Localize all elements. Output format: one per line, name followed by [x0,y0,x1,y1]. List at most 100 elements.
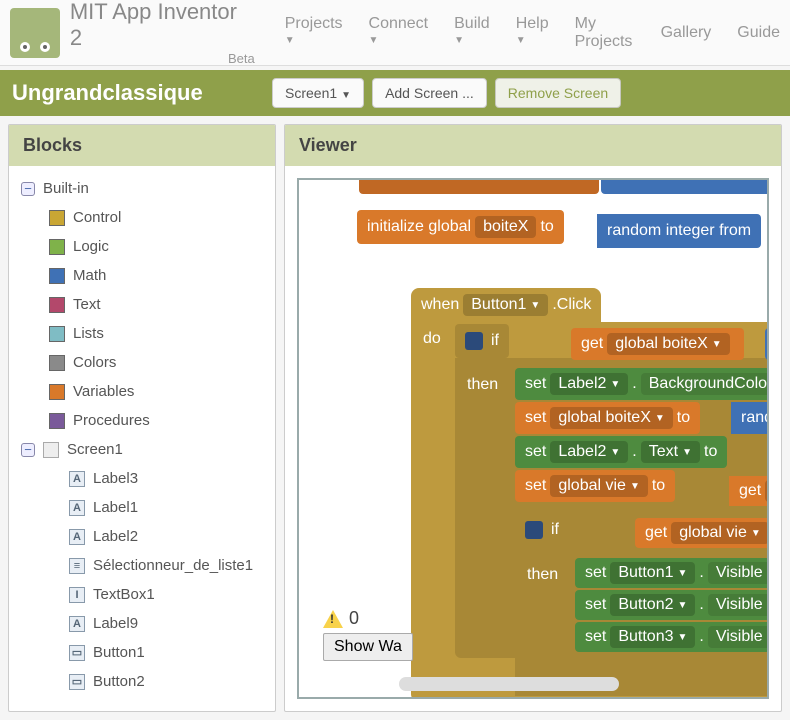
var-dropdown[interactable]: global boiteX▼ [550,407,672,429]
then-label-2: then [527,566,558,584]
tree-category-lists[interactable]: Lists [15,319,269,348]
prop-label: Visible [708,562,769,584]
tree-category-variables[interactable]: Variables [15,377,269,406]
remove-screen-button[interactable]: Remove Screen [495,78,621,108]
component-label: Button1 [93,644,145,661]
mutator-icon[interactable] [465,332,483,350]
tree-screen1[interactable]: − Screen1 [15,435,269,464]
var-dropdown[interactable]: global vie▼ [550,475,648,497]
category-swatch [49,239,65,255]
chevron-down-icon: ▼ [285,35,343,46]
block-set-text[interactable]: set Label2▼ . Text▼ to [515,436,727,468]
category-swatch [49,384,65,400]
screen-icon [43,442,59,458]
screen-dropdown[interactable]: Screen1▼ [272,78,364,108]
tree-component[interactable]: ALabel3 [15,464,269,493]
prop-dropdown[interactable]: Text▼ [641,441,700,463]
menu-my-projects[interactable]: My Projects [575,15,635,50]
then-label: then [467,376,498,394]
comp-dropdown[interactable]: Button2▼ [610,594,695,616]
tree-component[interactable]: A Label2 [15,522,269,551]
block-random-integer[interactable]: random integer from [597,214,761,248]
var-dropdown[interactable]: global vie▼ [671,522,769,544]
category-swatch [49,326,65,342]
block-set-button2-visible[interactable]: set Button2▼ . Visible [575,590,769,620]
block-when-click[interactable]: when Button1▼ .Click [411,288,601,322]
menu-projects[interactable]: Projects ▼ [285,15,343,50]
component-label: Button2 [93,673,145,690]
block-if-2[interactable]: if [515,514,569,546]
menu-build[interactable]: Build ▼ [454,15,490,50]
menu-guide[interactable]: Guide [737,24,780,42]
chevron-down-icon: ▼ [516,35,549,46]
brand-title: MIT App Inventor 2 [70,0,255,51]
comp-dropdown[interactable]: Button1▼ [610,562,695,584]
tree-component[interactable]: ITextBox1 [15,580,269,609]
block-set-var[interactable]: set global boiteX▼ to [515,402,700,434]
menu-connect[interactable]: Connect ▼ [369,15,429,50]
block-if[interactable]: if [455,324,509,358]
block-get[interactable]: get global boiteX▼ [571,328,744,360]
show-warnings-button[interactable]: Show Wa [323,633,413,661]
blocks-panel-title: Blocks [9,125,275,166]
category-label: Procedures [73,412,150,429]
block-initialize-global[interactable]: initialize global boiteX to [357,210,564,244]
block-equals[interactable]: = [765,328,769,360]
tree-builtin[interactable]: − Built-in [15,174,269,203]
var-dropdown[interactable]: gl [765,480,769,502]
category-swatch [49,268,65,284]
component-label: Label1 [93,499,138,516]
component-icon: A [69,529,85,545]
warning-icon [323,610,343,628]
block-fragment[interactable] [601,180,769,194]
block-random[interactable]: random [731,402,769,434]
block-set-button1-visible[interactable]: set Button1▼ . Visible [575,558,769,588]
tree-component[interactable]: ▭Button2 [15,667,269,696]
category-label: Text [73,296,101,313]
category-swatch [49,210,65,226]
category-swatch [49,413,65,429]
horizontal-scrollbar[interactable] [399,677,619,691]
tree-category-math[interactable]: Math [15,261,269,290]
comp-dropdown[interactable]: Button3▼ [610,626,695,648]
tree-category-text[interactable]: Text [15,290,269,319]
block-get-vie[interactable]: get global vie▼ [635,518,769,548]
mutator-icon[interactable] [525,521,543,539]
component-dropdown[interactable]: Button1▼ [463,294,548,316]
blocks-canvas[interactable]: initialize global boiteX to random integ… [297,178,769,699]
viewer-panel: Viewer initialize global boiteX to rando… [284,124,782,712]
menu-help[interactable]: Help ▼ [516,15,549,50]
viewer-panel-title: Viewer [285,125,781,166]
block-fragment[interactable] [359,180,599,194]
tree-category-control[interactable]: Control [15,203,269,232]
category-label: Colors [73,354,116,371]
var-name[interactable]: boiteX [475,216,536,238]
component-icon: I [69,587,85,603]
prop-label: BackgroundColo [641,373,769,395]
category-swatch [49,355,65,371]
tree-component[interactable]: ALabel9 [15,609,269,638]
tree-category-procedures[interactable]: Procedures [15,406,269,435]
collapse-icon[interactable]: − [21,443,35,457]
component-label: Label3 [93,470,138,487]
comp-dropdown[interactable]: Label2▼ [550,373,628,395]
tree-category-logic[interactable]: Logic [15,232,269,261]
block-get-gl[interactable]: get gl [729,476,769,506]
tree-component[interactable]: ALabel1 [15,493,269,522]
tree-category-colors[interactable]: Colors [15,348,269,377]
tree-component[interactable]: ▭Button1 [15,638,269,667]
block-set-button3-visible[interactable]: set Button3▼ . Visible [575,622,769,652]
menu-gallery[interactable]: Gallery [661,24,712,42]
block-set-bgcolor[interactable]: set Label2▼ . BackgroundColo [515,368,769,400]
component-label: Label2 [93,528,138,545]
comp-dropdown[interactable]: Label2▼ [550,441,628,463]
var-dropdown[interactable]: global boiteX▼ [607,333,729,355]
component-label: Sélectionneur_de_liste1 [93,557,253,574]
component-icon: A [69,616,85,632]
chevron-down-icon: ▼ [454,35,490,46]
collapse-icon[interactable]: − [21,182,35,196]
tree-component[interactable]: ≡Sélectionneur_de_liste1 [15,551,269,580]
block-set-vie[interactable]: set global vie▼ to [515,470,675,502]
brand-beta: Beta [70,51,255,66]
add-screen-button[interactable]: Add Screen ... [372,78,487,108]
